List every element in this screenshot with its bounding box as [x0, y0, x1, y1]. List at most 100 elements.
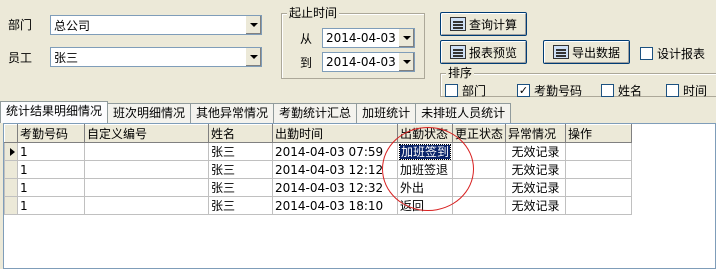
cell[interactable]: 返回 — [396, 196, 454, 215]
employee-select[interactable]: 张三 — [50, 47, 262, 67]
sort-option-label: 部门 — [462, 84, 487, 98]
current-row-arrow-icon — [10, 147, 15, 156]
table-row[interactable]: 1 张三 2014-04-03 12:32 外出 无效记录 — [4, 178, 633, 197]
col-exception[interactable]: 异常情况 — [505, 124, 567, 143]
sort-option-label: 姓名 — [618, 84, 643, 98]
cell[interactable]: 无效记录 — [505, 196, 567, 215]
table-row[interactable]: 1 张三 2014-04-03 12:12 加班签退 无效记录 — [4, 160, 633, 179]
sort-title: 排序 — [446, 66, 475, 80]
tab-unscheduled-stats[interactable]: 未排班人员统计 — [415, 103, 512, 123]
query-button-label: 查询计算 — [468, 17, 517, 32]
checkbox-box[interactable] — [445, 84, 458, 97]
col-attendance-status[interactable]: 出勤状态 — [396, 124, 454, 143]
cell[interactable]: 张三 — [208, 142, 273, 161]
cell[interactable] — [84, 178, 209, 197]
from-date-value: 2014-04-03 — [326, 31, 396, 45]
dept-select[interactable]: 总公司 — [50, 15, 262, 35]
col-custom-id[interactable]: 自定义编号 — [84, 124, 209, 143]
header-row: 考勤号码 自定义编号 姓名 出勤时间 出勤状态 更正状态 异常情况 操作 — [4, 124, 633, 143]
cell[interactable] — [452, 142, 507, 161]
cell[interactable]: 张三 — [208, 196, 273, 215]
design-report-checkbox[interactable]: 设计报表 — [640, 45, 705, 62]
cell[interactable] — [84, 196, 209, 215]
cell[interactable] — [452, 160, 507, 179]
table-row[interactable]: 1 张三 2014-04-03 18:10 返回 无效记录 — [4, 196, 633, 215]
report-preview-label: 报表预览 — [468, 45, 517, 60]
tab-strip: 统计结果明细情况 班次明细情况 其他异常情况 考勤统计汇总 加班统计 未排班人员… — [0, 101, 512, 123]
query-button[interactable]: 查询计算 — [440, 12, 527, 36]
cell[interactable]: 外出 — [396, 178, 454, 197]
cell[interactable]: 无效记录 — [505, 178, 567, 197]
export-icon — [552, 45, 569, 59]
col-action[interactable]: 操作 — [565, 124, 633, 143]
row-indicator — [4, 196, 18, 215]
cell[interactable]: 2014-04-03 12:32 — [272, 178, 398, 197]
sort-option-dept[interactable]: 部门 — [445, 82, 486, 99]
chevron-down-icon[interactable] — [398, 29, 414, 47]
checkbox-box[interactable] — [666, 84, 679, 97]
tab-shift-detail[interactable]: 班次明细情况 — [107, 103, 192, 123]
cell[interactable]: 2014-04-03 07:59 — [272, 142, 398, 161]
cell[interactable]: 1 — [17, 142, 85, 161]
cell[interactable]: 2014-04-03 12:12 — [272, 160, 398, 179]
cell-selected[interactable]: 加班签到 — [396, 142, 454, 161]
checkbox-box[interactable]: ✓ — [517, 84, 530, 97]
cell[interactable] — [565, 142, 633, 161]
cell[interactable]: 张三 — [208, 178, 273, 197]
checkbox-box[interactable] — [640, 47, 653, 60]
from-date-picker[interactable]: 2014-04-03 — [322, 28, 415, 48]
sort-option-time[interactable]: 时间 — [666, 82, 707, 99]
tab-other-exceptions[interactable]: 其他异常情况 — [190, 103, 275, 123]
sort-option-name[interactable]: 姓名 — [601, 82, 642, 99]
cell[interactable]: 1 — [17, 160, 85, 179]
cell[interactable] — [84, 142, 209, 161]
cell[interactable] — [565, 196, 633, 215]
chevron-down-icon[interactable] — [398, 53, 414, 71]
to-label: 到 — [300, 56, 313, 70]
tab-overtime-stats[interactable]: 加班统计 — [356, 103, 417, 123]
to-date-picker[interactable]: 2014-04-03 — [322, 52, 415, 72]
records-table: 考勤号码 自定义编号 姓名 出勤时间 出勤状态 更正状态 异常情况 操作 1 张… — [4, 124, 633, 215]
dept-label: 部门 — [8, 18, 33, 32]
employee-value: 张三 — [54, 50, 79, 65]
tab-attendance-summary[interactable]: 考勤统计汇总 — [273, 103, 358, 123]
dept-value: 总公司 — [54, 18, 91, 33]
cell[interactable] — [452, 196, 507, 215]
col-name[interactable]: 姓名 — [208, 124, 273, 143]
tab-result-detail[interactable]: 统计结果明细情况 — [0, 101, 109, 123]
time-range-title: 起止时间 — [287, 6, 340, 20]
chevron-down-icon[interactable] — [245, 48, 261, 66]
cell[interactable]: 1 — [17, 178, 85, 197]
cell[interactable] — [452, 178, 507, 197]
export-button[interactable]: 导出数据 — [543, 40, 630, 64]
cell[interactable]: 加班签退 — [396, 160, 454, 179]
col-corrected-status[interactable]: 更正状态 — [452, 124, 507, 143]
selected-status-text: 加班签到 — [398, 144, 452, 160]
cell[interactable]: 无效记录 — [505, 160, 567, 179]
to-date-value: 2014-04-03 — [326, 55, 396, 69]
calculator-icon — [449, 17, 466, 31]
sort-option-label: 时间 — [683, 84, 708, 98]
row-indicator — [4, 160, 18, 179]
sort-option-label: 考勤号码 — [534, 84, 583, 98]
sort-option-attendance-no[interactable]: ✓ 考勤号码 — [517, 82, 582, 99]
cell[interactable] — [84, 160, 209, 179]
report-preview-button[interactable]: 报表预览 — [440, 40, 527, 64]
records-grid[interactable]: 考勤号码 自定义编号 姓名 出勤时间 出勤状态 更正状态 异常情况 操作 1 张… — [3, 123, 716, 269]
cell[interactable]: 张三 — [208, 160, 273, 179]
report-icon — [449, 45, 466, 59]
cell[interactable]: 无效记录 — [505, 142, 567, 161]
cell[interactable] — [565, 178, 633, 197]
cell[interactable]: 2014-04-03 18:10 — [272, 196, 398, 215]
cell[interactable]: 1 — [17, 196, 85, 215]
chevron-down-icon[interactable] — [245, 16, 261, 34]
table-row[interactable]: 1 张三 2014-04-03 07:59 加班签到 无效记录 — [4, 142, 633, 161]
col-attendance-no[interactable]: 考勤号码 — [17, 124, 85, 143]
row-indicator-header — [4, 124, 18, 143]
row-indicator — [4, 142, 18, 161]
row-indicator — [4, 178, 18, 197]
col-attendance-time[interactable]: 出勤时间 — [272, 124, 398, 143]
employee-label: 员工 — [8, 51, 33, 65]
checkbox-box[interactable] — [601, 84, 614, 97]
cell[interactable] — [565, 160, 633, 179]
